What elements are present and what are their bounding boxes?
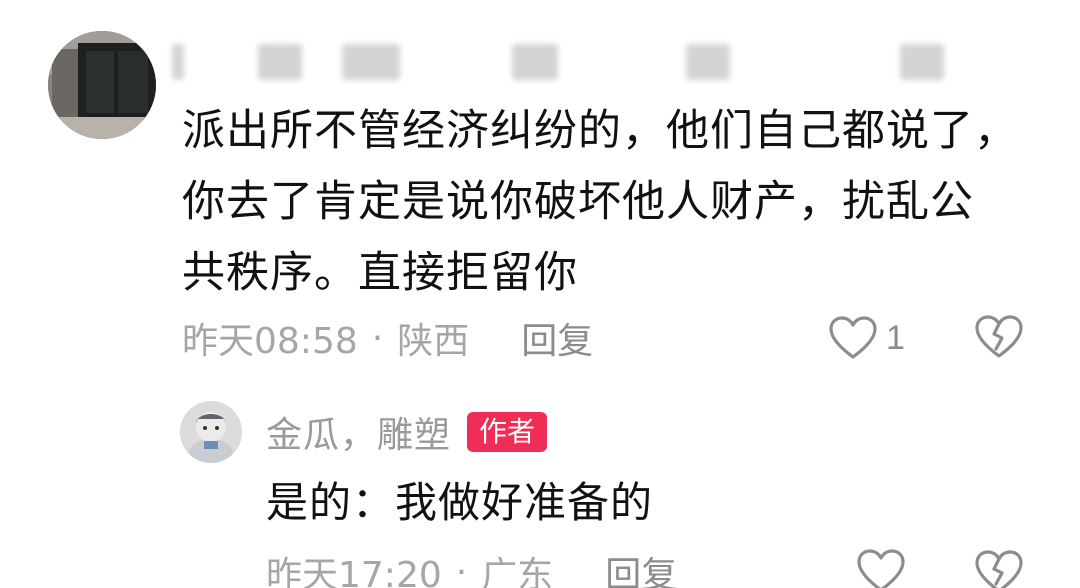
- reply-like-button[interactable]: [856, 548, 906, 588]
- heart-outline-icon: [857, 549, 905, 588]
- broken-heart-icon: [975, 315, 1023, 358]
- broken-heart-icon: [975, 550, 1023, 588]
- reply-button[interactable]: 回复: [605, 546, 677, 588]
- reply-body: 是的：我做好准备的: [266, 478, 654, 527]
- comment-line: 共秩序。直接拒留你: [182, 248, 578, 298]
- commenter-username-blurred[interactable]: [172, 40, 972, 84]
- meta-separator: ·: [371, 317, 384, 359]
- reply-button[interactable]: 回复: [521, 312, 593, 364]
- comment-time: 昨天08:58: [182, 321, 358, 362]
- reply-time: 昨天17:20: [266, 555, 442, 588]
- reply-location: 广东: [481, 555, 554, 588]
- comment-meta: 昨天08:58 · 陕西 回复: [182, 312, 593, 364]
- comment-thread: 派出所不管经济纠纷的，他们自己都说了， 你去了肯定是说你破坏他人财产，扰乱公 共…: [0, 0, 1080, 588]
- reply-meta: 昨天17:20 · 广东 回复: [266, 546, 677, 588]
- heart-outline-icon: [829, 316, 877, 359]
- meta-separator: ·: [455, 551, 468, 588]
- commenter-avatar[interactable]: [48, 31, 156, 139]
- reply-header: 金瓜，雕塑 作者: [266, 406, 548, 458]
- reply-author-avatar[interactable]: [180, 401, 242, 463]
- avatar-photo: [48, 31, 156, 139]
- reply-dislike-button[interactable]: [974, 548, 1024, 588]
- comment-line: 派出所不管经济纠纷的，他们自己都说了，: [182, 106, 1018, 156]
- comment-line: 你去了肯定是说你破坏他人财产，扰乱公: [182, 177, 974, 227]
- comment-body: 派出所不管经济纠纷的，他们自己都说了， 你去了肯定是说你破坏他人财产，扰乱公 共…: [182, 96, 1042, 309]
- like-button[interactable]: 1: [828, 312, 905, 364]
- avatar-figure: [180, 401, 242, 463]
- author-badge: 作者: [467, 412, 548, 452]
- dislike-button[interactable]: [974, 313, 1024, 363]
- reply-author-name[interactable]: 金瓜，雕塑: [266, 406, 451, 458]
- like-count: 1: [886, 318, 905, 357]
- comment-location: 陕西: [397, 321, 470, 362]
